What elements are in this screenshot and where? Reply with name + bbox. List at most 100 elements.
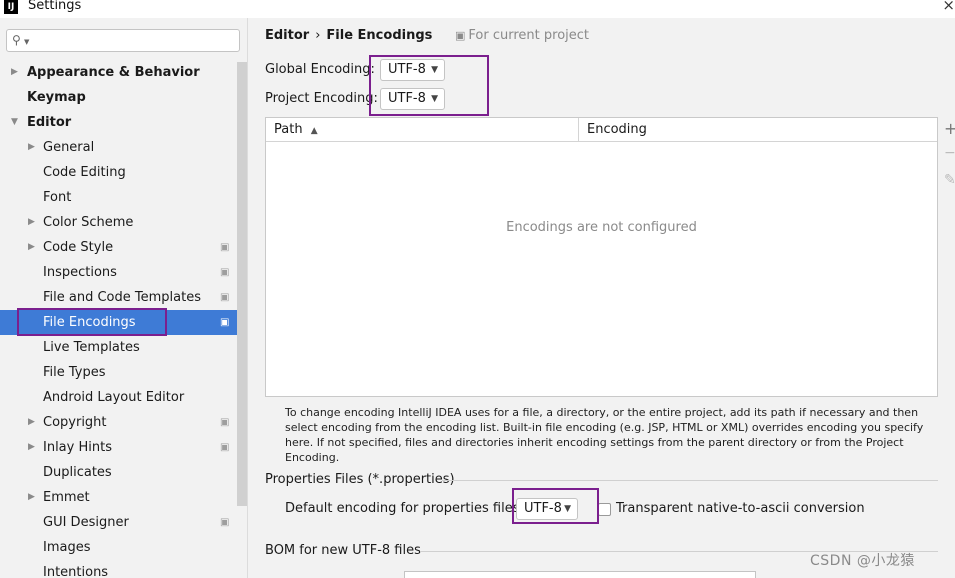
sidebar-item-label: Inlay Hints bbox=[43, 440, 112, 455]
sidebar-item-intentions[interactable]: Intentions bbox=[0, 560, 247, 578]
bom-dropdown[interactable] bbox=[404, 571, 756, 578]
column-path-label: Path bbox=[274, 122, 303, 137]
breadcrumb-separator: › bbox=[315, 28, 321, 43]
sidebar-item-general[interactable]: ▶ General bbox=[0, 135, 247, 160]
sidebar-item-label: Keymap bbox=[27, 90, 86, 105]
project-scope-icon: ▣ bbox=[455, 29, 466, 42]
watermark: CSDN @小龙猿 bbox=[810, 553, 915, 569]
project-scope-icon: ▣ bbox=[220, 417, 230, 428]
project-encoding-dropdown[interactable]: UTF-8 ▼ bbox=[380, 88, 445, 110]
file-encodings-panel: Editor › File Encodings ▣ For current proje… bbox=[249, 18, 955, 578]
sidebar-item-keymap[interactable]: Keymap bbox=[0, 85, 247, 110]
chevron-right-icon[interactable]: ▶ bbox=[28, 135, 35, 160]
table-header: Path ▲ Encoding bbox=[266, 118, 937, 142]
sidebar-item-label: File Encodings bbox=[43, 315, 136, 330]
project-encoding-label: Project Encoding: bbox=[265, 91, 378, 106]
chevron-right-icon[interactable]: ▶ bbox=[11, 60, 18, 85]
chevron-right-icon[interactable]: ▶ bbox=[28, 235, 35, 260]
properties-encoding-dropdown[interactable]: UTF-8 ▼ bbox=[516, 498, 578, 520]
sidebar-item-label: Appearance & Behavior bbox=[27, 65, 200, 80]
properties-section-title: Properties Files (*.properties) bbox=[265, 472, 455, 487]
sidebar-item-duplicates[interactable]: Duplicates bbox=[0, 460, 247, 485]
global-encoding-dropdown[interactable]: UTF-8 ▼ bbox=[380, 59, 445, 81]
sidebar-item-label: GUI Designer bbox=[43, 515, 129, 530]
sidebar-item-file-encodings[interactable]: File Encodings ▣ bbox=[0, 310, 247, 335]
global-encoding-label: Global Encoding: bbox=[265, 62, 375, 77]
section-divider bbox=[442, 480, 938, 481]
title-bar: IJ Settings × bbox=[0, 0, 955, 18]
column-divider[interactable] bbox=[578, 118, 579, 142]
project-scope-icon: ▣ bbox=[220, 267, 230, 278]
properties-encoding-value: UTF-8 bbox=[524, 501, 562, 516]
breadcrumb-parent[interactable]: Editor bbox=[265, 28, 309, 43]
sidebar-item-label: General bbox=[43, 140, 95, 155]
sidebar-scrollbar[interactable] bbox=[237, 62, 247, 506]
chevron-down-icon: ▼ bbox=[564, 504, 571, 514]
remove-icon[interactable]: − bbox=[944, 145, 955, 161]
sidebar-item-label: Color Scheme bbox=[43, 215, 134, 230]
sidebar-item-label: File and Code Templates bbox=[43, 290, 201, 305]
sidebar-item-live-templates[interactable]: Live Templates bbox=[0, 335, 247, 360]
chevron-down-icon: ▼ bbox=[431, 94, 438, 104]
sidebar-item-emmet[interactable]: ▶ Emmet bbox=[0, 485, 247, 510]
sidebar-item-label: Android Layout Editor bbox=[43, 390, 185, 405]
settings-tree: ▶ Appearance & Behavior Keymap ▼ Editor ▶ Gene… bbox=[0, 60, 247, 578]
add-icon[interactable]: + bbox=[944, 119, 955, 138]
search-icon: ⚲ bbox=[12, 33, 21, 47]
sort-ascending-icon: ▲ bbox=[310, 126, 318, 136]
window-title: Settings bbox=[28, 0, 82, 13]
sidebar-item-label: Duplicates bbox=[43, 465, 112, 480]
sidebar-item-font[interactable]: Font bbox=[0, 185, 247, 210]
sidebar-item-label: Editor bbox=[27, 115, 72, 130]
global-encoding-value: UTF-8 bbox=[388, 62, 426, 77]
sidebar-item-label: Inspections bbox=[43, 265, 117, 280]
sidebar-item-appearance-behavior[interactable]: ▶ Appearance & Behavior bbox=[0, 60, 247, 85]
transparent-conversion-label[interactable]: Transparent native-to-ascii conversion bbox=[616, 501, 865, 516]
project-scope-icon: ▣ bbox=[220, 242, 230, 253]
project-scope-icon: ▣ bbox=[220, 517, 230, 528]
sidebar-item-android-layout-editor[interactable]: Android Layout Editor bbox=[0, 385, 247, 410]
sidebar-item-file-and-code-templates[interactable]: File and Code Templates ▣ bbox=[0, 285, 247, 310]
search-options-caret-icon[interactable]: ▼ bbox=[24, 38, 29, 46]
sidebar-item-copyright[interactable]: ▶ Copyright ▣ bbox=[0, 410, 247, 435]
transparent-conversion-checkbox[interactable] bbox=[598, 503, 611, 516]
sidebar-item-color-scheme[interactable]: ▶ Color Scheme bbox=[0, 210, 247, 235]
project-scope-icon: ▣ bbox=[220, 292, 230, 303]
project-scope-icon: ▣ bbox=[220, 317, 230, 328]
sidebar-item-label: Font bbox=[43, 190, 72, 205]
search-input[interactable]: ⚲ ▼ bbox=[6, 29, 240, 52]
sidebar-item-inlay-hints[interactable]: ▶ Inlay Hints ▣ bbox=[0, 435, 247, 460]
intellij-app-icon: IJ bbox=[4, 0, 18, 14]
encodings-table[interactable]: Path ▲ Encoding Encodings are not config… bbox=[265, 117, 938, 397]
sidebar-item-label: Intentions bbox=[43, 565, 109, 578]
scope-note-text: For current project bbox=[468, 28, 589, 43]
empty-table-text: Encodings are not configured bbox=[506, 220, 697, 235]
chevron-down-icon[interactable]: ▼ bbox=[11, 110, 18, 135]
chevron-right-icon[interactable]: ▶ bbox=[28, 435, 35, 460]
properties-encoding-label: Default encoding for properties files: bbox=[285, 501, 524, 516]
chevron-right-icon[interactable]: ▶ bbox=[28, 485, 35, 510]
column-header-encoding[interactable]: Encoding bbox=[587, 118, 647, 142]
sidebar-item-code-style[interactable]: ▶ Code Style ▣ bbox=[0, 235, 247, 260]
sidebar-item-inspections[interactable]: Inspections ▣ bbox=[0, 260, 247, 285]
sidebar-item-file-types[interactable]: File Types bbox=[0, 360, 247, 385]
column-header-path[interactable]: Path ▲ bbox=[274, 118, 318, 143]
sidebar-item-images[interactable]: Images bbox=[0, 535, 247, 560]
scope-note: ▣ For current project bbox=[455, 28, 589, 43]
sidebar-item-code-editing[interactable]: Code Editing bbox=[0, 160, 247, 185]
close-icon[interactable]: × bbox=[942, 0, 955, 14]
chevron-right-icon[interactable]: ▶ bbox=[28, 410, 35, 435]
settings-sidebar: ⚲ ▼ ▶ Appearance & Behavior Keymap ▼ Editor ▶… bbox=[0, 18, 248, 578]
breadcrumb: Editor › File Encodings bbox=[265, 28, 432, 43]
project-scope-icon: ▣ bbox=[220, 442, 230, 453]
edit-icon[interactable]: ✎ bbox=[944, 172, 955, 188]
sidebar-item-label: Images bbox=[43, 540, 91, 555]
bom-section-title: BOM for new UTF-8 files bbox=[265, 543, 421, 558]
sidebar-item-gui-designer[interactable]: GUI Designer ▣ bbox=[0, 510, 247, 535]
chevron-down-icon: ▼ bbox=[431, 65, 438, 75]
project-encoding-value: UTF-8 bbox=[388, 91, 426, 106]
sidebar-item-label: Code Style bbox=[43, 240, 114, 255]
sidebar-item-editor[interactable]: ▼ Editor bbox=[0, 110, 247, 135]
sidebar-item-label: Live Templates bbox=[43, 340, 140, 355]
chevron-right-icon[interactable]: ▶ bbox=[28, 210, 35, 235]
